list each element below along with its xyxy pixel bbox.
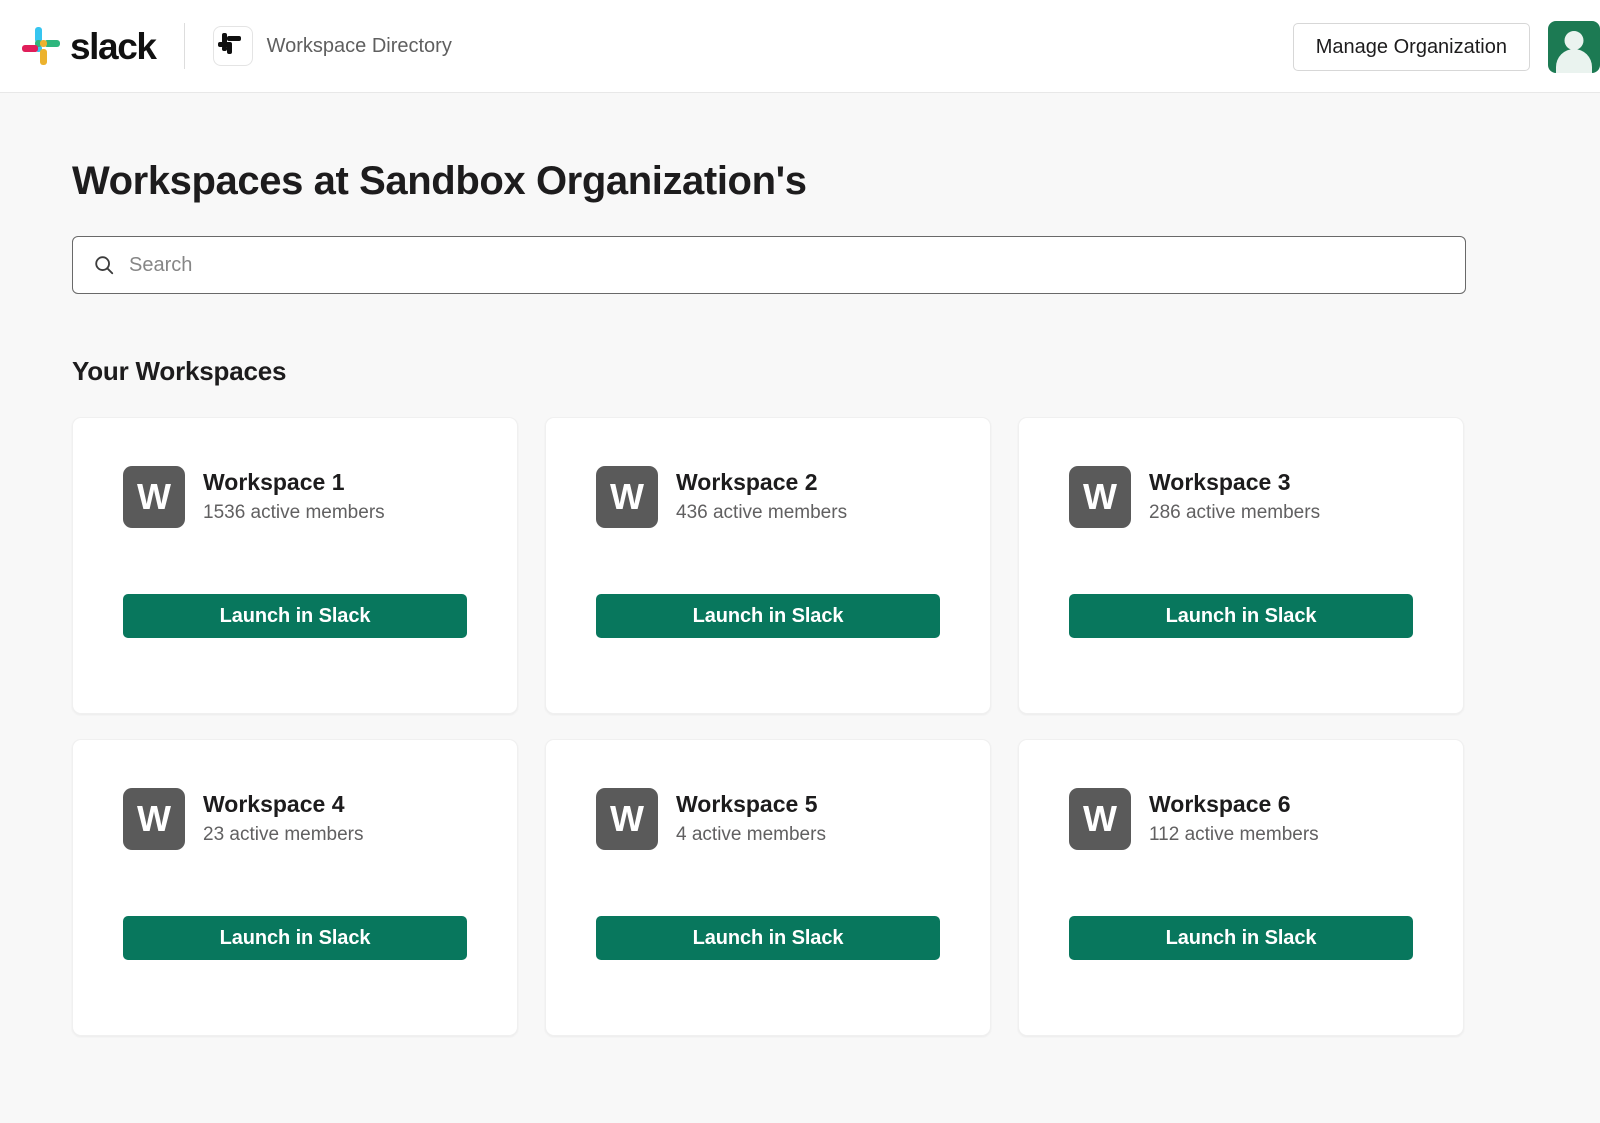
workspace-avatar: W: [1069, 466, 1131, 528]
workspace-card-header: W Workspace 2 436 active members: [596, 466, 940, 528]
page-title: Workspaces at Sandbox Organization's: [72, 159, 807, 203]
slack-logo-icon: [22, 27, 60, 65]
top-header-bar: slack Workspace Directory Manage Organiz…: [0, 0, 1600, 93]
workspace-member-count: 112 active members: [1149, 823, 1319, 845]
workspace-avatar: W: [123, 466, 185, 528]
workspace-name: Workspace 5: [676, 790, 818, 817]
workspace-member-count: 436 active members: [676, 501, 848, 523]
search-input[interactable]: [129, 237, 1465, 293]
workspace-card-text: Workspace 3 286 active members: [1149, 468, 1320, 526]
slack-wordmark: slack: [70, 25, 157, 67]
search-bar[interactable]: [72, 236, 1466, 294]
workspace-card-text: Workspace 6 112 active members: [1149, 790, 1319, 848]
workspace-name: Workspace 2: [676, 468, 818, 495]
workspace-member-count: 23 active members: [203, 823, 364, 845]
workspace-card-header: W Workspace 6 112 active members: [1069, 788, 1413, 850]
workspace-card[interactable]: W Workspace 4 23 active members Launch i…: [72, 739, 518, 1036]
workspace-card-text: Workspace 5 4 active members: [676, 790, 826, 848]
header-right-controls: Manage Organization: [1292, 0, 1600, 93]
avatar-body: [1556, 48, 1592, 73]
workspace-card-header: W Workspace 1 1536 active members: [123, 466, 467, 528]
workspace-avatar: W: [596, 788, 658, 850]
workspace-avatar: W: [596, 466, 658, 528]
avatar-head: [1564, 30, 1584, 50]
launch-in-slack-button[interactable]: Launch in Slack: [596, 916, 940, 960]
search-icon: [95, 256, 114, 275]
launch-in-slack-button[interactable]: Launch in Slack: [123, 594, 467, 638]
launch-in-slack-button[interactable]: Launch in Slack: [596, 594, 940, 638]
manage-organization-button[interactable]: Manage Organization: [1292, 22, 1530, 71]
slack-hash-icon: [212, 26, 253, 66]
header-divider: [183, 23, 185, 69]
workspace-name: Workspace 1: [203, 468, 345, 495]
workspace-card-text: Workspace 2 436 active members: [676, 468, 847, 526]
launch-in-slack-button[interactable]: Launch in Slack: [123, 916, 467, 960]
workspace-card[interactable]: W Workspace 6 112 active members Launch …: [1018, 739, 1464, 1036]
workspace-card[interactable]: W Workspace 1 1536 active members Launch…: [72, 417, 518, 714]
launch-in-slack-button[interactable]: Launch in Slack: [1069, 916, 1413, 960]
workspace-card[interactable]: W Workspace 2 436 active members Launch …: [545, 417, 991, 714]
slack-brand[interactable]: slack: [22, 25, 157, 67]
workspaces-grid: W Workspace 1 1536 active members Launch…: [72, 417, 1528, 1036]
workspace-card-text: Workspace 1 1536 active members: [203, 468, 385, 526]
workspace-name: Workspace 4: [203, 790, 345, 817]
workspace-card-header: W Workspace 3 286 active members: [1069, 466, 1413, 528]
workspace-card[interactable]: W Workspace 3 286 active members Launch …: [1018, 417, 1464, 714]
workspace-avatar: W: [123, 788, 185, 850]
launch-in-slack-button[interactable]: Launch in Slack: [1069, 594, 1413, 638]
workspace-member-count: 1536 active members: [203, 501, 385, 523]
workspace-member-count: 4 active members: [676, 823, 826, 845]
page-body: Workspaces at Sandbox Organization's You…: [0, 93, 1600, 1123]
user-avatar-icon[interactable]: [1548, 20, 1600, 73]
section-title-your-workspaces: Your Workspaces: [72, 356, 287, 386]
workspace-card[interactable]: W Workspace 5 4 active members Launch in…: [545, 739, 991, 1036]
workspace-card-header: W Workspace 4 23 active members: [123, 788, 467, 850]
workspace-avatar: W: [1069, 788, 1131, 850]
workspace-card-text: Workspace 4 23 active members: [203, 790, 364, 848]
workspace-card-header: W Workspace 5 4 active members: [596, 788, 940, 850]
workspace-name: Workspace 6: [1149, 790, 1291, 817]
workspace-directory-label: Workspace Directory: [266, 34, 452, 57]
workspace-member-count: 286 active members: [1149, 501, 1321, 523]
workspace-name: Workspace 3: [1149, 468, 1291, 495]
